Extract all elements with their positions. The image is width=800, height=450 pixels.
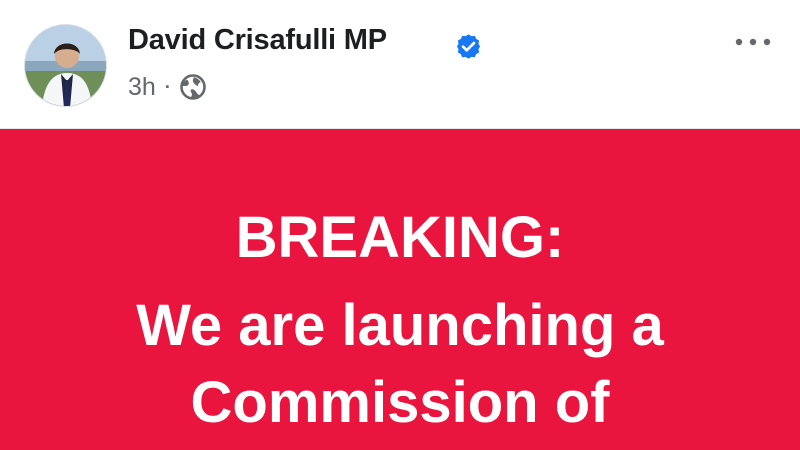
profile-photo-icon [25,25,106,106]
globe-icon[interactable] [179,73,207,101]
post-options-button[interactable] [728,26,778,58]
meta-separator: · [164,76,171,97]
social-post: David Crisafulli MP 3h · BREAKING: We ar… [0,0,800,450]
post-media-image[interactable]: BREAKING: We are launching a Commission … [0,129,800,450]
verified-badge-icon [456,34,481,59]
post-timestamp[interactable]: 3h [128,73,156,102]
post-header: David Crisafulli MP 3h · [0,0,800,128]
more-horizontal-icon [735,38,771,46]
author-name-link[interactable]: David Crisafulli MP [128,24,387,57]
post-meta: 3h · [128,70,207,104]
media-headline-line-3: Commission of [190,370,610,435]
author-avatar[interactable] [24,24,107,107]
media-headline-breaking: BREAKING: [235,205,565,270]
media-headline-line-2: We are launching a [136,293,664,358]
